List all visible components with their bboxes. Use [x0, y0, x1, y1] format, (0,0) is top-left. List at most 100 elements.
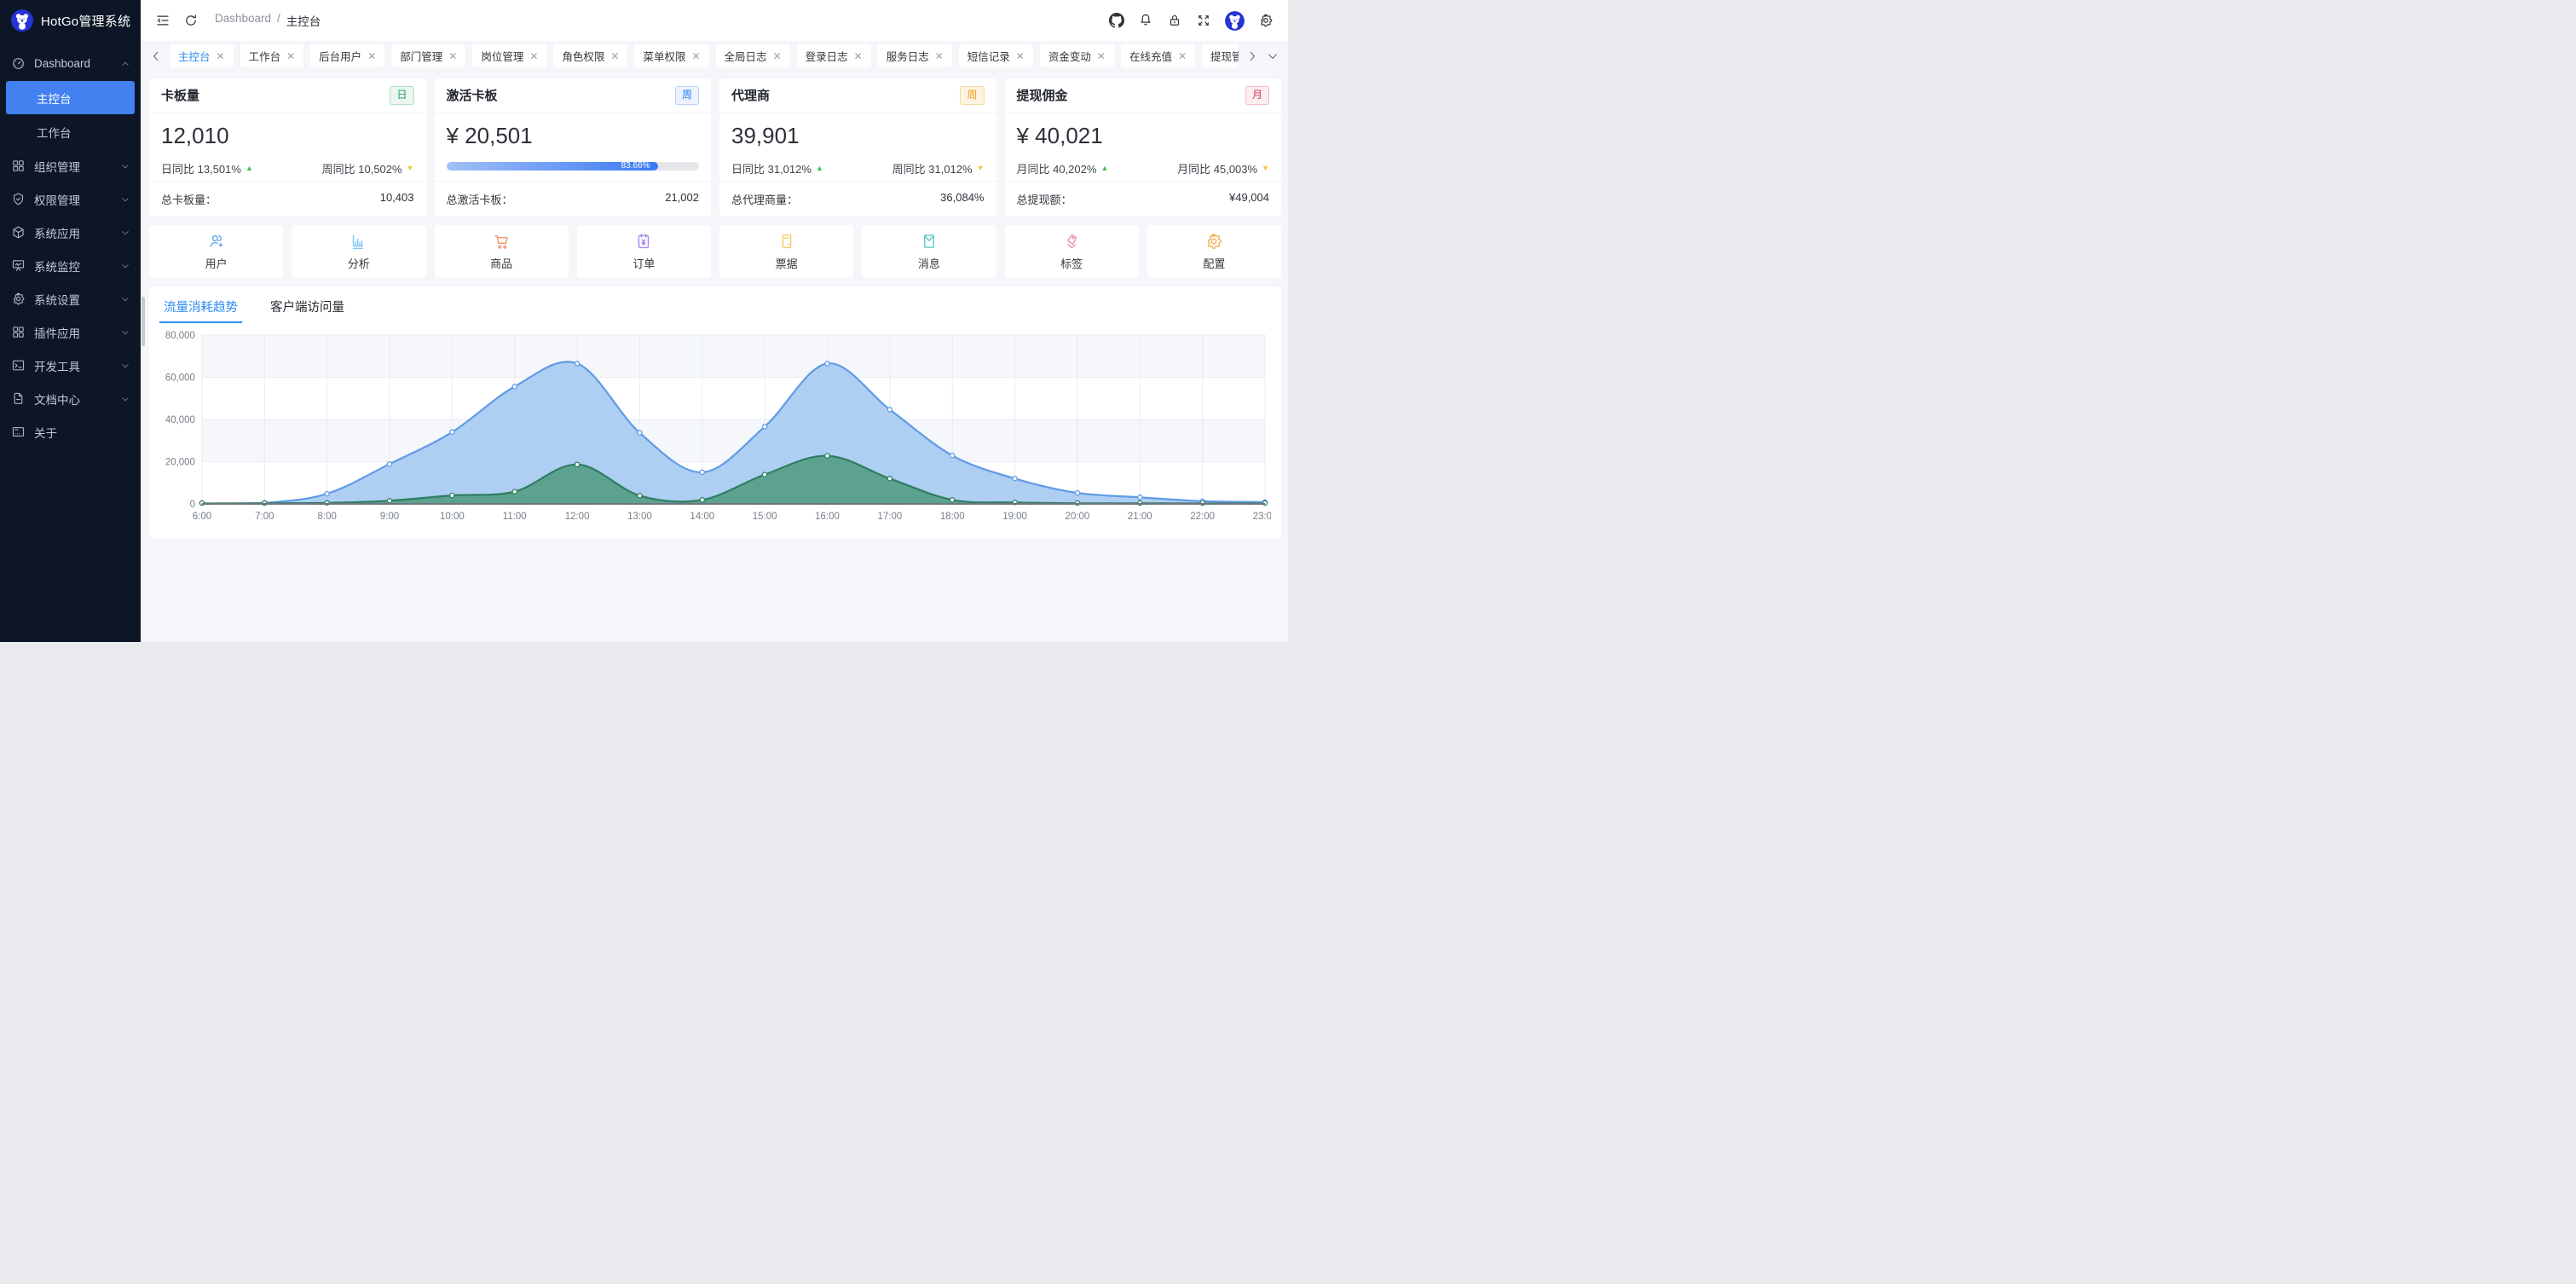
tab-chip[interactable]: 主控台 ✕: [170, 44, 234, 67]
tab-label: 后台用户: [319, 48, 361, 64]
tab-close-icon[interactable]: ✕: [1178, 51, 1187, 61]
sidebar-item-label: 系统应用: [34, 224, 80, 241]
tab-chip[interactable]: 部门管理 ✕: [391, 44, 465, 67]
avatar[interactable]: [1225, 11, 1245, 31]
sidebar-item-doc[interactable]: 文档中心: [0, 382, 141, 415]
tabs-menu-chevron-down-icon[interactable]: [1266, 49, 1279, 63]
shortcut-label: 消息: [918, 255, 940, 271]
compare-label: 日同比 31,012%: [731, 160, 811, 176]
svg-text:19:00: 19:00: [1002, 512, 1027, 522]
tab-close-icon[interactable]: ✕: [1016, 51, 1025, 61]
stat-card-title: 提现佣金: [1017, 86, 1068, 104]
sidebar-sub-item[interactable]: 主控台: [6, 81, 135, 114]
tab-close-icon[interactable]: ✕: [610, 51, 619, 61]
refresh-button[interactable]: [183, 13, 199, 28]
tab-close-icon[interactable]: ✕: [691, 51, 700, 61]
tab-close-icon[interactable]: ✕: [367, 51, 376, 61]
tab-label: 全局日志: [725, 48, 767, 64]
github-icon[interactable]: [1109, 13, 1124, 28]
sidebar-item-gear[interactable]: 系统设置: [0, 282, 141, 315]
shortcut-cart[interactable]: 商品: [435, 225, 569, 278]
tab-chip[interactable]: 登录日志 ✕: [797, 44, 871, 67]
tab-chip[interactable]: 菜单权限 ✕: [634, 44, 708, 67]
sidebar-item-shield[interactable]: 权限管理: [0, 182, 141, 216]
sidebar-item-org[interactable]: 组织管理: [0, 149, 141, 182]
chart-tabs: 流量消耗趋势 客户端访问量: [159, 298, 1271, 323]
sidebar-item-monitor[interactable]: 系统监控: [0, 249, 141, 282]
cube-icon: [11, 225, 26, 240]
bars-icon: [349, 232, 368, 251]
tab-chip[interactable]: 短信记录 ✕: [959, 44, 1033, 67]
shortcut-label: 订单: [632, 255, 655, 271]
about-icon: [11, 425, 26, 439]
chevron-down-icon: [121, 195, 130, 204]
tab-close-icon[interactable]: ✕: [773, 51, 782, 61]
tab-close-icon[interactable]: ✕: [286, 51, 295, 61]
breadcrumb-root[interactable]: Dashboard: [215, 12, 271, 29]
stat-card: 激活卡板 周 ¥ 20,501 83.66% 总激活卡板： 21,002: [435, 78, 712, 217]
sidebar-item-label: 开发工具: [34, 357, 80, 374]
period-badge[interactable]: 周: [960, 86, 984, 105]
fullscreen-icon[interactable]: [1196, 13, 1211, 28]
chevron-down-icon: [121, 295, 130, 304]
tabs-scroll-right-icon[interactable]: [1245, 49, 1259, 63]
tab-chip[interactable]: 在线充值 ✕: [1121, 44, 1195, 67]
tab-close-icon[interactable]: ✕: [529, 51, 538, 61]
shortcut-tag[interactable]: 标签: [1005, 225, 1139, 278]
tab-close-icon[interactable]: ✕: [448, 51, 457, 61]
github-icon: [1109, 13, 1124, 28]
tab-chip[interactable]: 提现管理 ✕: [1202, 44, 1239, 67]
period-badge[interactable]: 日: [390, 86, 413, 105]
bell-icon[interactable]: [1138, 13, 1153, 28]
tab-label: 角色权限: [562, 48, 604, 64]
tab-chip[interactable]: 服务日志 ✕: [878, 44, 952, 67]
scrollbar-thumb[interactable]: [142, 297, 145, 346]
tab-close-icon[interactable]: ✕: [935, 51, 944, 61]
tab-chip[interactable]: 岗位管理 ✕: [472, 44, 546, 67]
shortcut-invoice[interactable]: 票据: [719, 225, 853, 278]
sidebar-item-about[interactable]: 关于: [0, 415, 141, 448]
stat-card: 卡板量 日 12,010 日同比 13,501% ▲周同比 10,502% ▼ …: [149, 78, 426, 217]
shortcut-config[interactable]: 配置: [1147, 225, 1281, 278]
tag-icon: [1062, 232, 1081, 251]
sidebar-sub-item[interactable]: 工作台: [6, 115, 135, 148]
shortcut-order[interactable]: 订单: [577, 225, 711, 278]
logo-row[interactable]: HotGo管理系统: [0, 0, 141, 41]
period-badge[interactable]: 月: [1245, 86, 1269, 105]
chart-tab[interactable]: 客户端访问量: [270, 298, 344, 323]
compare-label: 周同比 31,012%: [892, 160, 973, 176]
tab-chip[interactable]: 工作台 ✕: [240, 44, 304, 67]
trend-up-icon: ▲: [1100, 165, 1108, 172]
open-tabs: 主控台 ✕工作台 ✕后台用户 ✕部门管理 ✕岗位管理 ✕角色权限 ✕菜单权限 ✕…: [170, 44, 1239, 67]
sidebar-item-cube[interactable]: 系统应用: [0, 216, 141, 249]
stat-footer-label: 总提现额：: [1017, 191, 1072, 207]
settings-gear-icon[interactable]: [1258, 13, 1274, 28]
sidebar-item-label: 文档中心: [34, 390, 80, 408]
svg-text:80,000: 80,000: [165, 331, 195, 341]
svg-text:21:00: 21:00: [1128, 512, 1152, 522]
sidebar-item-dashboard[interactable]: Dashboard: [0, 47, 141, 80]
chevron-down-icon: [121, 395, 130, 403]
shortcut-message[interactable]: 消息: [862, 225, 996, 278]
chart-tab[interactable]: 流量消耗趋势: [164, 298, 238, 323]
compare-row: 日同比 31,012% ▲周同比 31,012% ▼: [731, 160, 985, 176]
lock-icon[interactable]: [1167, 13, 1182, 28]
tab-chip[interactable]: 资金变动 ✕: [1040, 44, 1114, 67]
doc-icon: [11, 391, 26, 406]
tab-chip[interactable]: 全局日志 ✕: [716, 44, 790, 67]
shortcut-users[interactable]: 用户: [149, 225, 283, 278]
tab-chip[interactable]: 后台用户 ✕: [310, 44, 384, 67]
period-badge[interactable]: 周: [675, 86, 699, 105]
tabs-scroll-left-icon[interactable]: [149, 49, 163, 63]
tab-close-icon[interactable]: ✕: [854, 51, 863, 61]
shortcut-bars[interactable]: 分析: [292, 225, 425, 278]
stat-card: 代理商 周 39,901 日同比 31,012% ▲周同比 31,012% ▼ …: [719, 78, 996, 217]
collapse-sidebar-button[interactable]: [155, 13, 170, 28]
sidebar-item-terminal[interactable]: 开发工具: [0, 349, 141, 382]
svg-text:20,000: 20,000: [165, 457, 195, 467]
sidebar-item-plugin[interactable]: 插件应用: [0, 315, 141, 349]
config-icon: [1204, 232, 1223, 251]
tab-close-icon[interactable]: ✕: [217, 51, 225, 61]
tab-close-icon[interactable]: ✕: [1097, 51, 1106, 61]
tab-chip[interactable]: 角色权限 ✕: [553, 44, 627, 67]
